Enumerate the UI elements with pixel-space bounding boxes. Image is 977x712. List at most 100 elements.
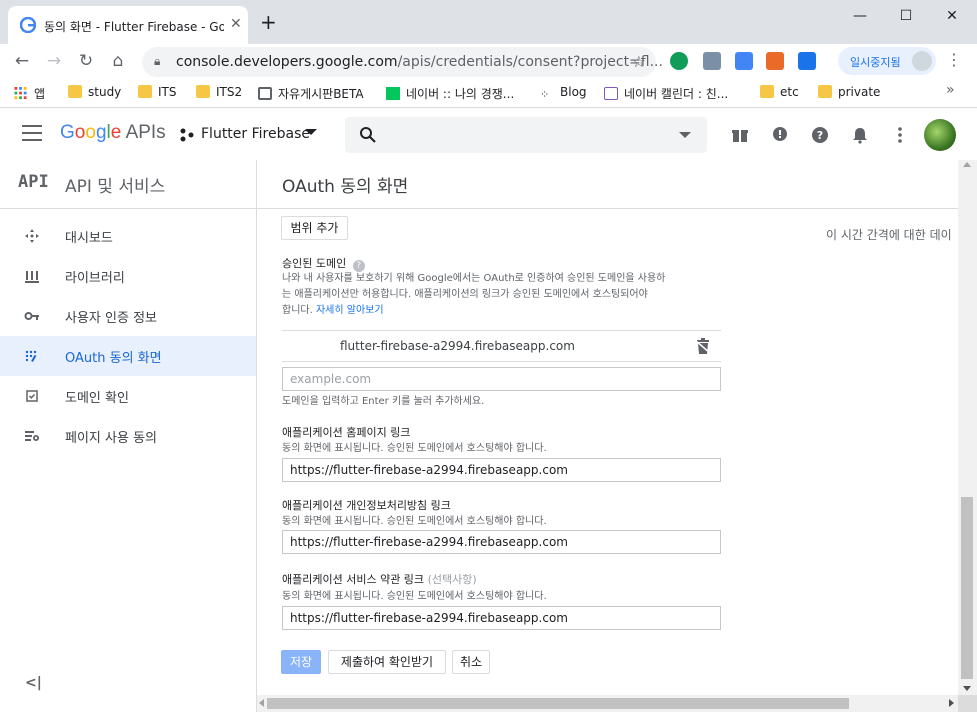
- browser-tab[interactable]: 동의 화면 - Flutter Firebase - Goo ✕: [8, 6, 248, 44]
- apps-grid-icon: [14, 87, 27, 100]
- bookmark-star-icon[interactable]: ☆: [632, 52, 646, 71]
- address-bar[interactable]: 🔒︎ console.developers.google.com/apis/cr…: [142, 47, 663, 77]
- scroll-left-arrow-icon[interactable]: [259, 699, 264, 707]
- bookmark-blog[interactable]: ⁘ Blog: [540, 85, 587, 101]
- lock-icon[interactable]: 🔒︎: [154, 54, 160, 69]
- privacy-link-field[interactable]: [282, 530, 721, 554]
- submit-for-verification-button[interactable]: 제출하여 확인받기: [328, 650, 446, 674]
- sidebar-item-credentials[interactable]: 사용자 인증 정보: [0, 296, 256, 336]
- project-hub-icon[interactable]: [180, 128, 194, 142]
- sidebar-item-domain-verification[interactable]: 도메인 확인: [0, 376, 256, 416]
- page-header: OAuth 동의 화면: [257, 160, 977, 209]
- horizontal-scrollbar[interactable]: [257, 695, 958, 712]
- close-window-button[interactable]: ✕: [940, 6, 964, 26]
- bookmark-private[interactable]: private: [818, 85, 880, 99]
- homepage-link-field[interactable]: [282, 458, 721, 482]
- domain-check-icon: [26, 390, 38, 402]
- minimize-button[interactable]: —: [848, 6, 872, 26]
- learn-more-link[interactable]: 자세히 알아보기: [316, 305, 384, 316]
- api-badge-icon: API: [18, 172, 49, 192]
- tos-link-title: 애플리케이션 서비스 약관 링크 (선택사항): [282, 573, 477, 586]
- project-caret-icon[interactable]: [305, 129, 317, 135]
- reload-icon[interactable]: ↻: [76, 51, 96, 71]
- user-avatar[interactable]: [924, 119, 956, 151]
- privacy-link-input[interactable]: [283, 531, 720, 553]
- tos-link-field[interactable]: [282, 606, 721, 630]
- scroll-right-arrow-icon[interactable]: [949, 699, 954, 707]
- tab-close-icon[interactable]: ✕: [230, 16, 242, 32]
- chrome-menu-icon[interactable]: ⋮: [946, 50, 962, 69]
- sidebar-item-dashboard[interactable]: 대시보드: [0, 216, 256, 256]
- sidebar-item-oauth-consent[interactable]: OAuth 동의 화면: [0, 336, 256, 376]
- blog-dots-icon: ⁘: [540, 88, 550, 101]
- domain-input-field[interactable]: [282, 367, 721, 391]
- sidebar-item-label: 도메인 확인: [65, 391, 129, 406]
- extension-video-icon[interactable]: [798, 52, 816, 70]
- logo-apis: APIs: [125, 122, 166, 143]
- more-vert-icon[interactable]: [891, 126, 909, 144]
- translate-extension-icon[interactable]: [735, 52, 753, 70]
- sidebar-item-label: 대시보드: [65, 231, 113, 246]
- tos-link-desc: 동의 화면에 표시됩니다. 승인된 도메인에서 호스팅해야 합니다.: [282, 591, 547, 602]
- gift-icon[interactable]: [731, 126, 749, 144]
- new-tab-button[interactable]: +: [260, 12, 277, 32]
- google-apis-logo[interactable]: Google APIs: [60, 122, 166, 144]
- hamburger-menu-icon[interactable]: [22, 125, 42, 141]
- feedback-icon[interactable]: [771, 126, 789, 144]
- dashboard-icon: [25, 229, 39, 243]
- sidebar-item-label: 페이지 사용 동의: [65, 431, 157, 446]
- folder-icon: [818, 85, 832, 98]
- bookmark-etc[interactable]: etc: [760, 85, 799, 99]
- bookmark-naver[interactable]: 네이버 :: 나의 경쟁...: [386, 85, 514, 102]
- bookmark-its[interactable]: ITS: [138, 85, 177, 99]
- bookmark-apps[interactable]: 앱: [14, 85, 45, 102]
- cancel-button[interactable]: 취소: [452, 650, 490, 674]
- tos-link-input[interactable]: [283, 607, 720, 629]
- scroll-up-arrow-icon[interactable]: [963, 162, 971, 167]
- vertical-scrollbar[interactable]: [958, 160, 977, 695]
- main-content: 이 시간 간격에 대한 데이 범위 추가 승인된 도메인 ? 나와 내 사용자를…: [257, 160, 977, 712]
- extension-ex-icon[interactable]: [766, 52, 784, 70]
- help-icon[interactable]: ?: [811, 126, 829, 144]
- forward-icon[interactable]: →: [44, 51, 64, 71]
- bookmarks-overflow-icon[interactable]: »: [946, 82, 955, 98]
- authorized-domains-desc-3: 합니다. 자세히 알아보기: [282, 305, 384, 316]
- save-button[interactable]: 저장: [281, 650, 321, 674]
- sidebar-item-library[interactable]: 라이브러리: [0, 256, 256, 296]
- notifications-bell-icon[interactable]: [851, 126, 869, 144]
- bookmarks-bar: 앱 study ITS ITS2 자유게시판BETA 네이버 :: 나의 경쟁.…: [0, 78, 977, 108]
- project-selector[interactable]: Flutter Firebase: [201, 126, 310, 142]
- svg-text:?: ?: [817, 129, 823, 142]
- scroll-down-arrow-icon[interactable]: [963, 686, 971, 691]
- authorized-domain-row: flutter-firebase-a2994.firebaseapp.com: [282, 330, 721, 362]
- folder-icon: [68, 85, 82, 98]
- browser-toolbar: ← → ↻ ⌂ 🔒︎ console.developers.google.com…: [0, 44, 977, 78]
- authorized-domain-value: flutter-firebase-a2994.firebaseapp.com: [340, 339, 575, 353]
- delete-domain-icon[interactable]: [696, 338, 710, 354]
- sidebar: API API 및 서비스 대시보드 라이브러리 사용자 인증 정보 OAuth…: [0, 160, 257, 712]
- bookmark-naver-calendar[interactable]: 네이버 캘린더 : 친...: [604, 85, 728, 102]
- vertical-scrollbar-thumb[interactable]: [961, 497, 973, 679]
- profile-paused-button[interactable]: 일시중지됨: [838, 47, 936, 75]
- add-scope-button[interactable]: 범위 추가: [281, 216, 348, 240]
- sidebar-header: API API 및 서비스: [0, 160, 257, 209]
- back-icon[interactable]: ←: [12, 51, 32, 71]
- maximize-button[interactable]: ☐: [894, 6, 918, 26]
- bookmark-study[interactable]: study: [68, 85, 121, 99]
- horizontal-scrollbar-thumb[interactable]: [267, 698, 849, 709]
- bookmark-its2[interactable]: ITS2: [196, 85, 242, 99]
- sidebar-item-label: OAuth 동의 화면: [65, 351, 162, 366]
- homepage-link-input[interactable]: [283, 459, 720, 481]
- search-dropdown-icon[interactable]: [679, 132, 691, 138]
- extension-green-icon[interactable]: [670, 52, 688, 70]
- naver-icon: [386, 87, 400, 100]
- collapse-sidebar-icon[interactable]: <|: [25, 675, 42, 691]
- sidebar-item-page-consent[interactable]: 페이지 사용 동의: [0, 416, 256, 456]
- extension-eyedropper-icon[interactable]: [703, 52, 721, 70]
- bookmark-free-board[interactable]: 자유게시판BETA: [258, 85, 364, 102]
- homepage-link-title: 애플리케이션 홈페이지 링크: [282, 426, 411, 439]
- console-search-input[interactable]: [345, 117, 707, 153]
- laptop-icon: [258, 87, 272, 100]
- home-icon[interactable]: ⌂: [108, 51, 128, 71]
- domain-input[interactable]: [283, 368, 720, 390]
